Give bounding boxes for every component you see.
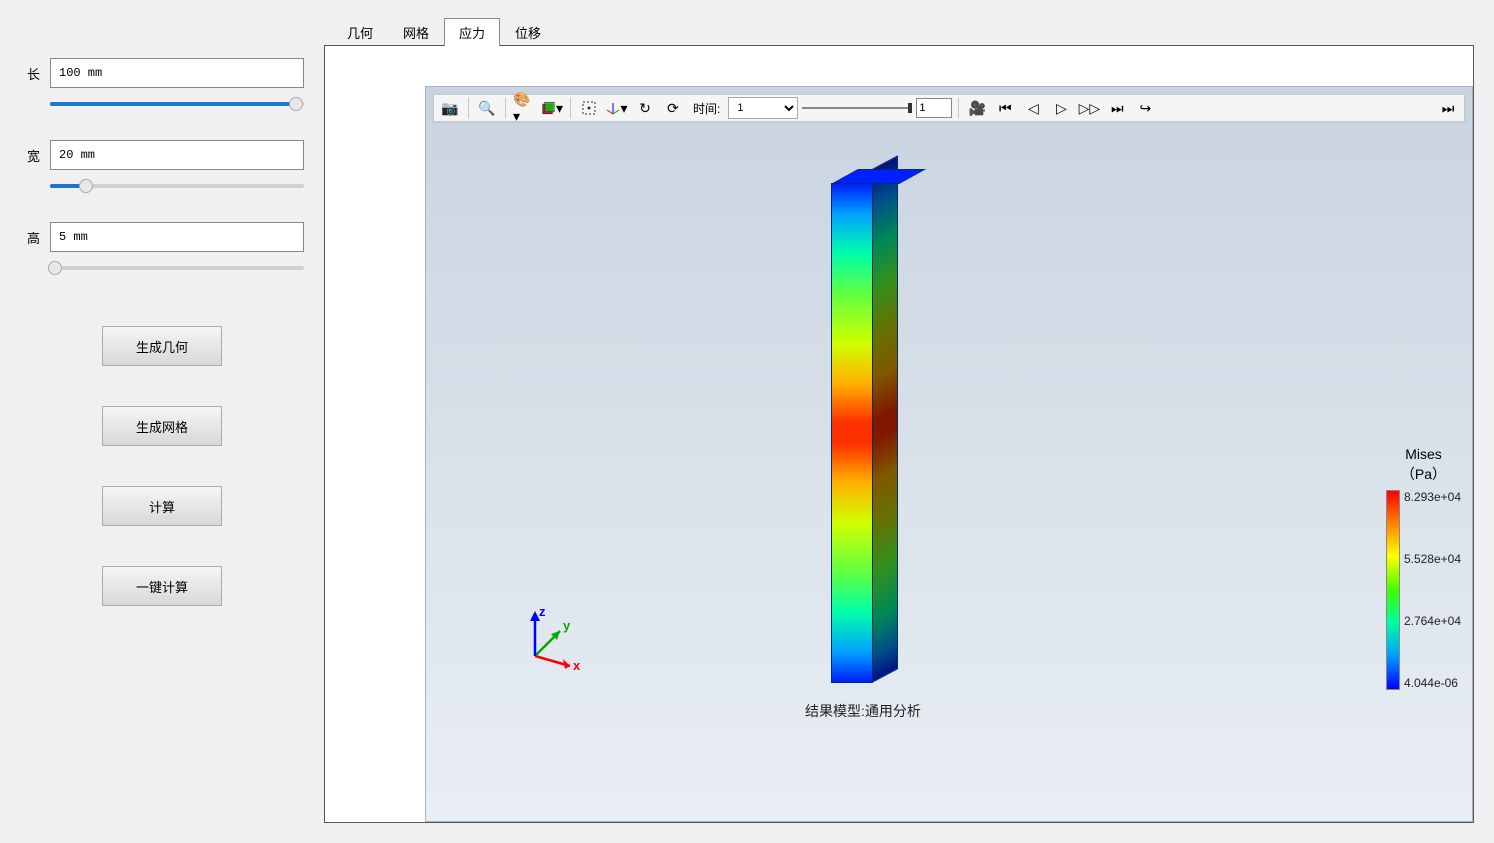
generate-mesh-button[interactable]: 生成网格 xyxy=(102,406,222,446)
result-label: 结果模型:通用分析 xyxy=(805,701,921,721)
play-icon[interactable]: ▷ xyxy=(1049,96,1073,120)
result-beam[interactable] xyxy=(831,169,899,694)
svg-text:x: x xyxy=(573,658,581,673)
legend-unit: （Pa） xyxy=(1386,464,1461,484)
legend-tick-0: 8.293e+04 xyxy=(1404,490,1461,504)
video-icon[interactable]: 🎥 xyxy=(965,96,989,120)
tab-geometry[interactable]: 几何 xyxy=(332,18,388,46)
one-click-compute-button[interactable]: 一键计算 xyxy=(102,566,222,606)
legend-tick-2: 2.764e+04 xyxy=(1404,614,1461,628)
generate-geometry-button[interactable]: 生成几何 xyxy=(102,326,222,366)
fit-view-icon[interactable] xyxy=(577,96,601,120)
sidebar: 长 宽 高 生成几何 生成网格 计算 xyxy=(0,0,324,843)
param-height-label: 高 xyxy=(20,228,40,247)
skip-first-icon[interactable]: ⏮ xyxy=(993,96,1017,120)
legend-colorbar xyxy=(1386,490,1400,690)
legend-title: Mises xyxy=(1386,446,1461,462)
param-height-input[interactable] xyxy=(50,222,304,252)
svg-text:y: y xyxy=(563,618,571,633)
param-length-input[interactable] xyxy=(50,58,304,88)
legend-tick-1: 5.528e+04 xyxy=(1404,552,1461,566)
skip-last-icon[interactable]: ⏭ xyxy=(1105,96,1129,120)
tab-displacement[interactable]: 位移 xyxy=(500,18,556,46)
tab-mesh[interactable]: 网格 xyxy=(388,18,444,46)
export-icon[interactable]: ↪ xyxy=(1133,96,1157,120)
refresh-icon[interactable]: ⟳ xyxy=(661,96,685,120)
viewport-panel: 📷 🔍 🎨▾ ▾ ▾ ↻ ⟳ 时间: 1 xyxy=(324,45,1474,823)
time-label: 时间: xyxy=(693,100,720,117)
time-select[interactable]: 1 xyxy=(728,97,798,119)
time-slider[interactable] xyxy=(802,101,912,115)
zoom-icon[interactable]: 🔍 xyxy=(475,96,499,120)
param-width-input[interactable] xyxy=(50,140,304,170)
param-height-group: 高 xyxy=(20,222,304,252)
param-width-slider[interactable] xyxy=(50,178,304,194)
param-width-label: 宽 xyxy=(20,146,40,165)
compute-button[interactable]: 计算 xyxy=(102,486,222,526)
param-length-slider[interactable] xyxy=(50,96,304,112)
tab-bar: 几何 网格 应力 位移 xyxy=(324,18,1474,46)
legend-tick-3: 4.044e-06 xyxy=(1404,676,1461,690)
tab-stress[interactable]: 应力 xyxy=(444,18,500,46)
param-length-label: 长 xyxy=(20,64,40,83)
rotate-icon[interactable]: ↻ xyxy=(633,96,657,120)
step-back-icon[interactable]: ◁ xyxy=(1021,96,1045,120)
step-forward-icon[interactable]: ▷▷ xyxy=(1077,96,1101,120)
param-length-group: 长 xyxy=(20,58,304,88)
param-width-group: 宽 xyxy=(20,140,304,170)
param-height-slider[interactable] xyxy=(50,260,304,276)
main-area: 几何 网格 应力 位移 📷 🔍 🎨▾ ▾ ▾ xyxy=(324,0,1494,843)
snapshot-icon[interactable]: 📷 xyxy=(438,96,462,120)
viewer-background xyxy=(425,86,1473,822)
palette-icon[interactable]: 🎨▾ xyxy=(512,96,536,120)
coordinate-triad: x y z xyxy=(515,586,595,669)
step-input[interactable] xyxy=(916,98,952,118)
viewer-toolbar: 📷 🔍 🎨▾ ▾ ▾ ↻ ⟳ 时间: 1 xyxy=(433,94,1465,122)
color-legend: Mises （Pa） 8.293e+04 5.528e+04 2.764e+04… xyxy=(1386,446,1461,690)
svg-text:z: z xyxy=(539,604,546,619)
axes-icon[interactable]: ▾ xyxy=(605,96,629,120)
cube-icon[interactable]: ▾ xyxy=(540,96,564,120)
skip-last2-icon[interactable]: ⏭ xyxy=(1436,96,1460,120)
